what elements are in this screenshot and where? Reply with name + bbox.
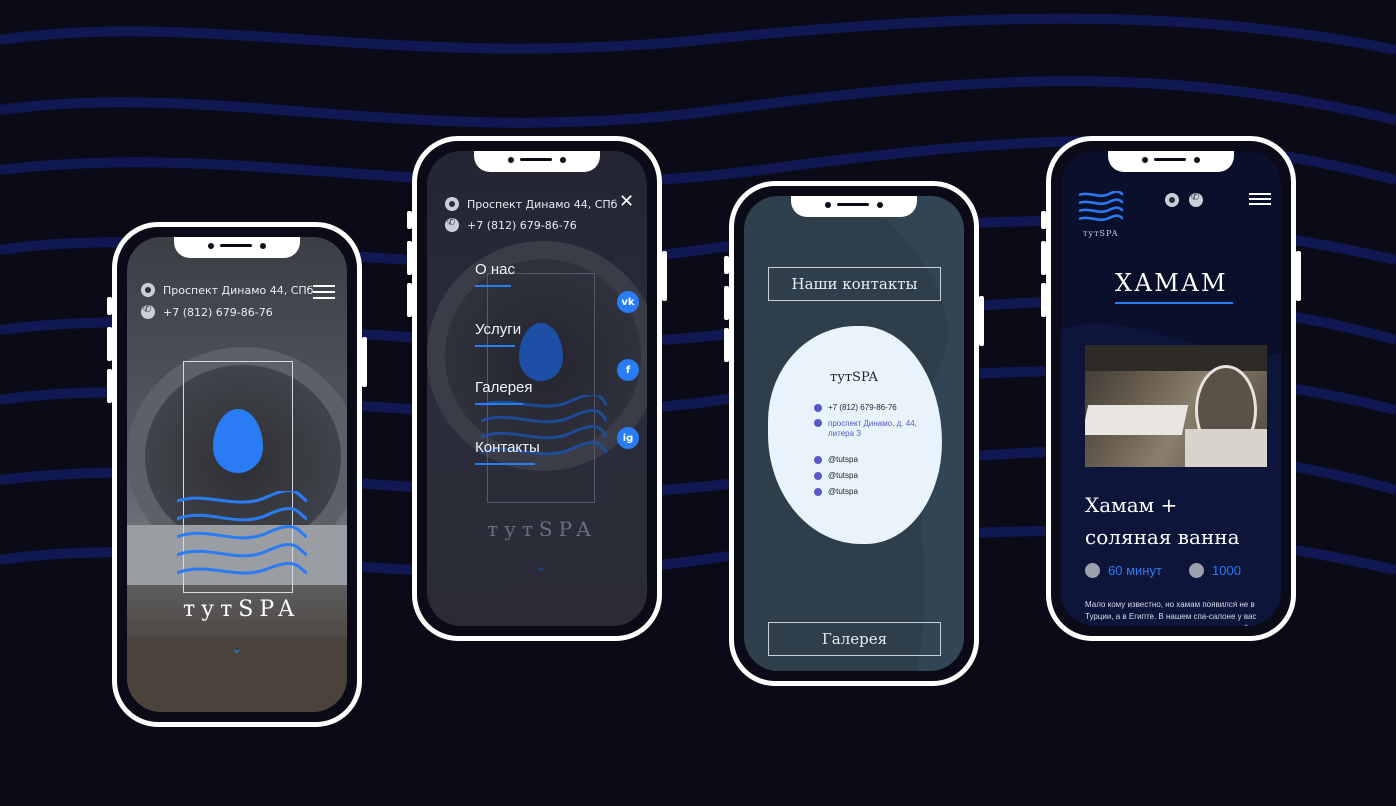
- notch: [174, 237, 300, 258]
- menu-underline: [475, 463, 535, 465]
- phone-frame-1: Проспект Динамо 44, СПб +7 (812) 679-86-…: [107, 222, 367, 727]
- phone-icon[interactable]: [1189, 192, 1203, 207]
- menu-icon[interactable]: [313, 285, 335, 299]
- brand-logo-icon: [1079, 191, 1123, 221]
- chevron-down-icon[interactable]: ⌄: [535, 559, 547, 575]
- address-row[interactable]: Проспект Динамо 44, СПб: [141, 283, 313, 297]
- brand-title: тутSPA: [183, 597, 301, 622]
- card-phone-row[interactable]: +7 (812) 679-86-76: [814, 403, 897, 412]
- card-instagram-row[interactable]: @tutspa: [814, 487, 858, 496]
- map-pin-icon[interactable]: [1165, 193, 1179, 207]
- chevron-down-icon[interactable]: ⌄: [231, 641, 243, 657]
- clock-icon: [1085, 563, 1100, 578]
- phone-row[interactable]: +7 (812) 679-86-76: [141, 304, 273, 319]
- menu-icon[interactable]: [1249, 193, 1271, 207]
- menu-item-about[interactable]: О нас: [475, 261, 515, 278]
- service-description: Мало кому известно, но хамам появился не…: [1085, 600, 1257, 626]
- menu-underline: [475, 345, 515, 347]
- menu-item-services[interactable]: Услуги: [475, 321, 521, 338]
- gallery-button[interactable]: Галерея: [768, 622, 941, 656]
- instagram-handle: @tutspa: [828, 487, 858, 496]
- notch: [1108, 151, 1234, 172]
- duration: 60 минут: [1085, 563, 1162, 578]
- phone-text: +7 (812) 679-86-76: [467, 218, 577, 232]
- map-pin-icon: [141, 283, 155, 297]
- brand-title: тутSPA: [1083, 229, 1119, 238]
- vk-icon[interactable]: vk: [617, 291, 639, 313]
- phone-icon: [141, 304, 155, 319]
- facebook-icon[interactable]: f: [617, 359, 639, 381]
- page-title: ХАМАМ: [1115, 269, 1228, 297]
- vk-icon: [814, 455, 822, 464]
- card-address-row[interactable]: проспект Динамо, д. 44, литера З: [814, 419, 924, 439]
- card-address: проспект Динамо, д. 44, литера З: [828, 419, 917, 438]
- card-phone: +7 (812) 679-86-76: [828, 403, 897, 412]
- screen-home: Проспект Динамо 44, СПб +7 (812) 679-86-…: [127, 237, 347, 712]
- menu-underline: [475, 403, 523, 405]
- phone-frame-4: тутSPA ХАМАМ Хамам + соляная ванна 60 ми…: [1041, 136, 1301, 641]
- phone-text: +7 (812) 679-86-76: [163, 305, 273, 319]
- menu-item-contacts[interactable]: Контакты: [475, 439, 540, 456]
- screen-hamam: тутSPA ХАМАМ Хамам + соляная ванна 60 ми…: [1061, 151, 1281, 626]
- card-vk-row[interactable]: @tutspa: [814, 455, 858, 464]
- ruble-icon: [1189, 563, 1204, 578]
- address-text: Проспект Динамо 44, СПб: [163, 283, 314, 297]
- duration-text: 60 минут: [1108, 563, 1162, 578]
- hamam-photo: [1085, 345, 1267, 467]
- screen-contacts: Наши контакты тутSPA +7 (812) 679-86-76 …: [744, 196, 964, 671]
- contacts-button[interactable]: Наши контакты: [768, 267, 941, 301]
- notch: [474, 151, 600, 172]
- vk-handle: @tutspa: [828, 455, 858, 464]
- price-text: 1000: [1212, 563, 1241, 578]
- address-row[interactable]: Проспект Динамо 44, СПб: [445, 197, 617, 211]
- phone-icon: [814, 403, 822, 412]
- price: 1000: [1189, 563, 1241, 578]
- logo-waves-icon: [177, 491, 307, 575]
- close-icon[interactable]: ✕: [619, 191, 634, 212]
- menu-item-gallery[interactable]: Галерея: [475, 379, 533, 396]
- map-pin-icon: [445, 197, 459, 211]
- menu-underline: [475, 285, 511, 287]
- notch: [791, 196, 917, 217]
- phone-icon: [445, 217, 459, 232]
- service-title-line1: Хамам +: [1085, 493, 1178, 517]
- title-underline: [1115, 302, 1233, 304]
- instagram-icon: [814, 487, 822, 496]
- map-pin-icon: [814, 419, 822, 427]
- card-title: тутSPA: [830, 370, 878, 385]
- phone-frame-2: тутSPA Проспект Динамо 44, СПб +7 (812) …: [407, 136, 667, 641]
- facebook-icon: [814, 471, 822, 480]
- screen-menu: тутSPA Проспект Динамо 44, СПб +7 (812) …: [427, 151, 647, 626]
- phone-row[interactable]: +7 (812) 679-86-76: [445, 217, 577, 232]
- phone-frame-3: Наши контакты тутSPA +7 (812) 679-86-76 …: [724, 181, 984, 686]
- address-text: Проспект Динамо 44, СПб: [467, 197, 618, 211]
- instagram-icon[interactable]: ig: [617, 427, 639, 449]
- service-title-line2: соляная ванна: [1085, 525, 1240, 549]
- facebook-handle: @tutspa: [828, 471, 858, 480]
- brand-title: тутSPA: [487, 517, 597, 541]
- card-facebook-row[interactable]: @tutspa: [814, 471, 858, 480]
